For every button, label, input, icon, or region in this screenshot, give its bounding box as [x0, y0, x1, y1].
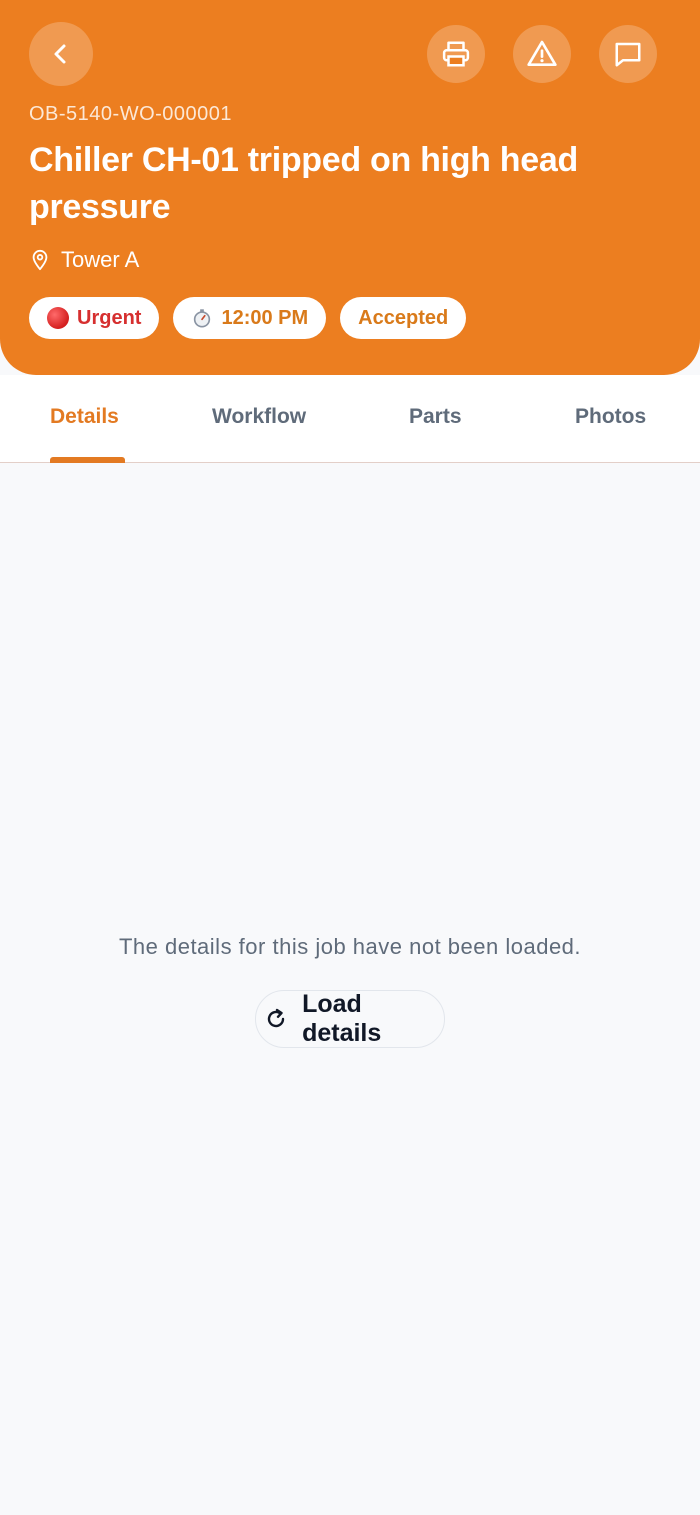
printer-icon: [442, 41, 470, 67]
load-details-label: Load details: [302, 990, 382, 1047]
time-label: 12:00 PM: [221, 306, 309, 329]
location: Tower A: [29, 246, 139, 274]
tab-details[interactable]: Details: [50, 405, 119, 429]
status-badge: Accepted: [340, 297, 467, 339]
stopwatch-icon: [194, 309, 211, 328]
back-button[interactable]: [29, 22, 93, 86]
empty-state-message: The details for this job have not been l…: [118, 934, 582, 959]
tab-workflow[interactable]: Workflow: [212, 405, 306, 429]
location-label: Tower A: [61, 247, 140, 272]
active-tab-indicator: [50, 457, 125, 463]
work-order-header: OB-5140-WO-000001 Chiller CH-01 tripped …: [0, 0, 700, 375]
tab-bar: Details Workflow Parts Photos: [0, 375, 700, 463]
tab-photos[interactable]: Photos: [575, 405, 646, 429]
load-details-button[interactable]: Load details: [255, 990, 445, 1048]
status-label: Accepted: [358, 306, 449, 329]
priority-badge: Urgent: [29, 297, 160, 339]
status-chips: Urgent 12:00 PM Accepted: [29, 297, 467, 339]
page-title: Chiller CH-01 tripped on high head press…: [29, 141, 578, 226]
warning-icon: [527, 40, 557, 66]
print-button[interactable]: [427, 25, 485, 83]
red-circle-icon: [47, 307, 69, 329]
refresh-icon: [259, 1002, 292, 1036]
work-order-id: OB-5140-WO-000001: [29, 103, 233, 125]
report-issue-button[interactable]: [513, 25, 571, 83]
chevron-left-icon: [54, 44, 66, 64]
chat-icon: [615, 42, 641, 67]
map-pin-icon: [32, 249, 48, 271]
chat-button[interactable]: [599, 25, 657, 83]
tab-parts[interactable]: Parts: [409, 405, 462, 429]
time-badge: 12:00 PM: [173, 297, 327, 339]
priority-label: Urgent: [77, 306, 142, 329]
work-order-screen: OB-5140-WO-000001 Chiller CH-01 tripped …: [0, 0, 700, 1515]
